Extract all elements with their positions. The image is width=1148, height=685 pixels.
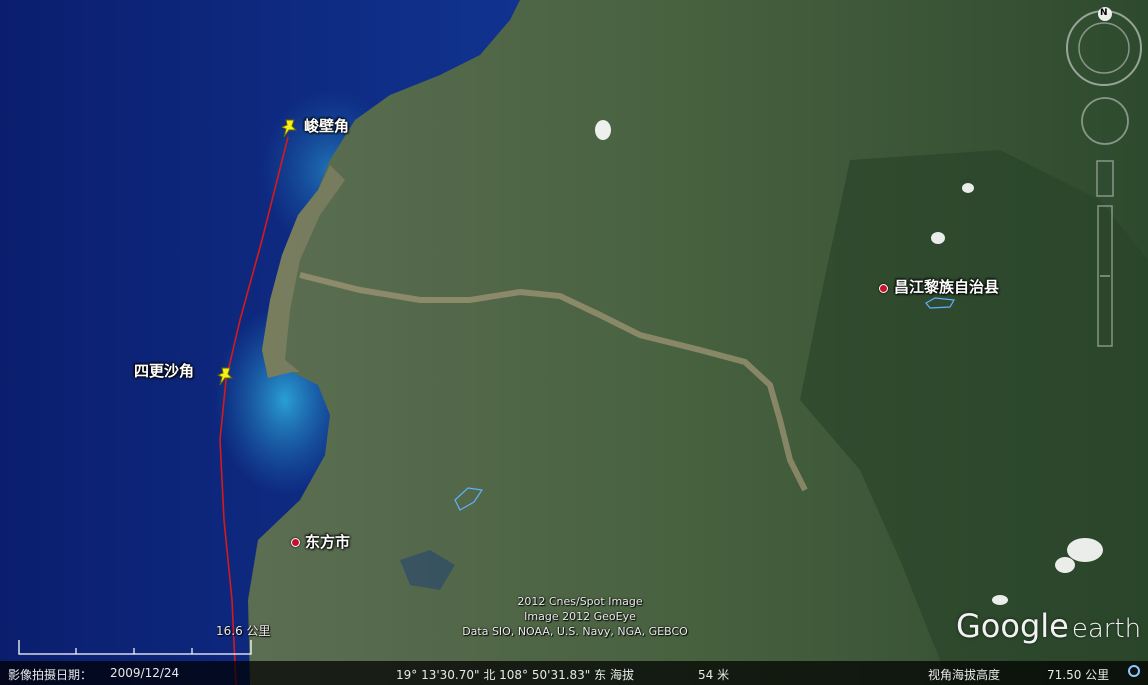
place-label-sigengshajiao[interactable]: 四更沙角	[134, 360, 194, 381]
imagery-date-label: 影像拍摄日期：	[8, 668, 93, 682]
eye-altitude-label: 视角海拔高度	[928, 668, 1001, 682]
streaming-indicator-icon	[1128, 665, 1140, 677]
logo-google: Google	[956, 607, 1069, 645]
logo-earth: earth	[1071, 614, 1142, 644]
placemark-pin-icon[interactable]	[216, 366, 234, 386]
satellite-map[interactable]	[0, 0, 1148, 685]
data-attribution: Data SIO, NOAA, U.S. Navy, NGA, GEBCO	[462, 625, 688, 638]
imagery-date: 2009/12/24	[110, 666, 180, 680]
imagery-attribution-1: 2012 Cnes/Spot Image	[517, 595, 643, 608]
eye-altitude: 71.50 公里	[1047, 668, 1110, 682]
look-joystick-icon[interactable]	[1082, 98, 1128, 144]
scale-label: 16.6 公里	[216, 624, 271, 638]
cursor-coordinates: 19° 13'30.70" 北 108° 50'31.83" 东 海拔	[396, 668, 634, 682]
town-marker-icon[interactable]	[291, 538, 300, 547]
scale-bar	[18, 636, 252, 656]
zoom-slider[interactable]	[1098, 206, 1112, 346]
ground-elevation: 54 米	[698, 668, 730, 682]
navigation-controls[interactable]: N	[1062, 6, 1148, 351]
google-earth-logo: Google earth	[956, 607, 1141, 645]
placemark-pin-icon[interactable]	[280, 118, 298, 138]
compass-north-label[interactable]: N	[1100, 8, 1108, 18]
town-marker-icon[interactable]	[879, 284, 888, 293]
imagery-attribution-2: Image 2012 GeoEye	[524, 610, 636, 623]
place-label-changjiang[interactable]: 昌江黎族自治县	[894, 276, 999, 297]
status-bar: 影像拍摄日期： 2009/12/24 19° 13'30.70" 北 108° …	[0, 661, 1148, 685]
place-label-dongfang[interactable]: 东方市	[305, 531, 350, 552]
place-label-junbijiao[interactable]: 峻壁角	[304, 115, 349, 136]
